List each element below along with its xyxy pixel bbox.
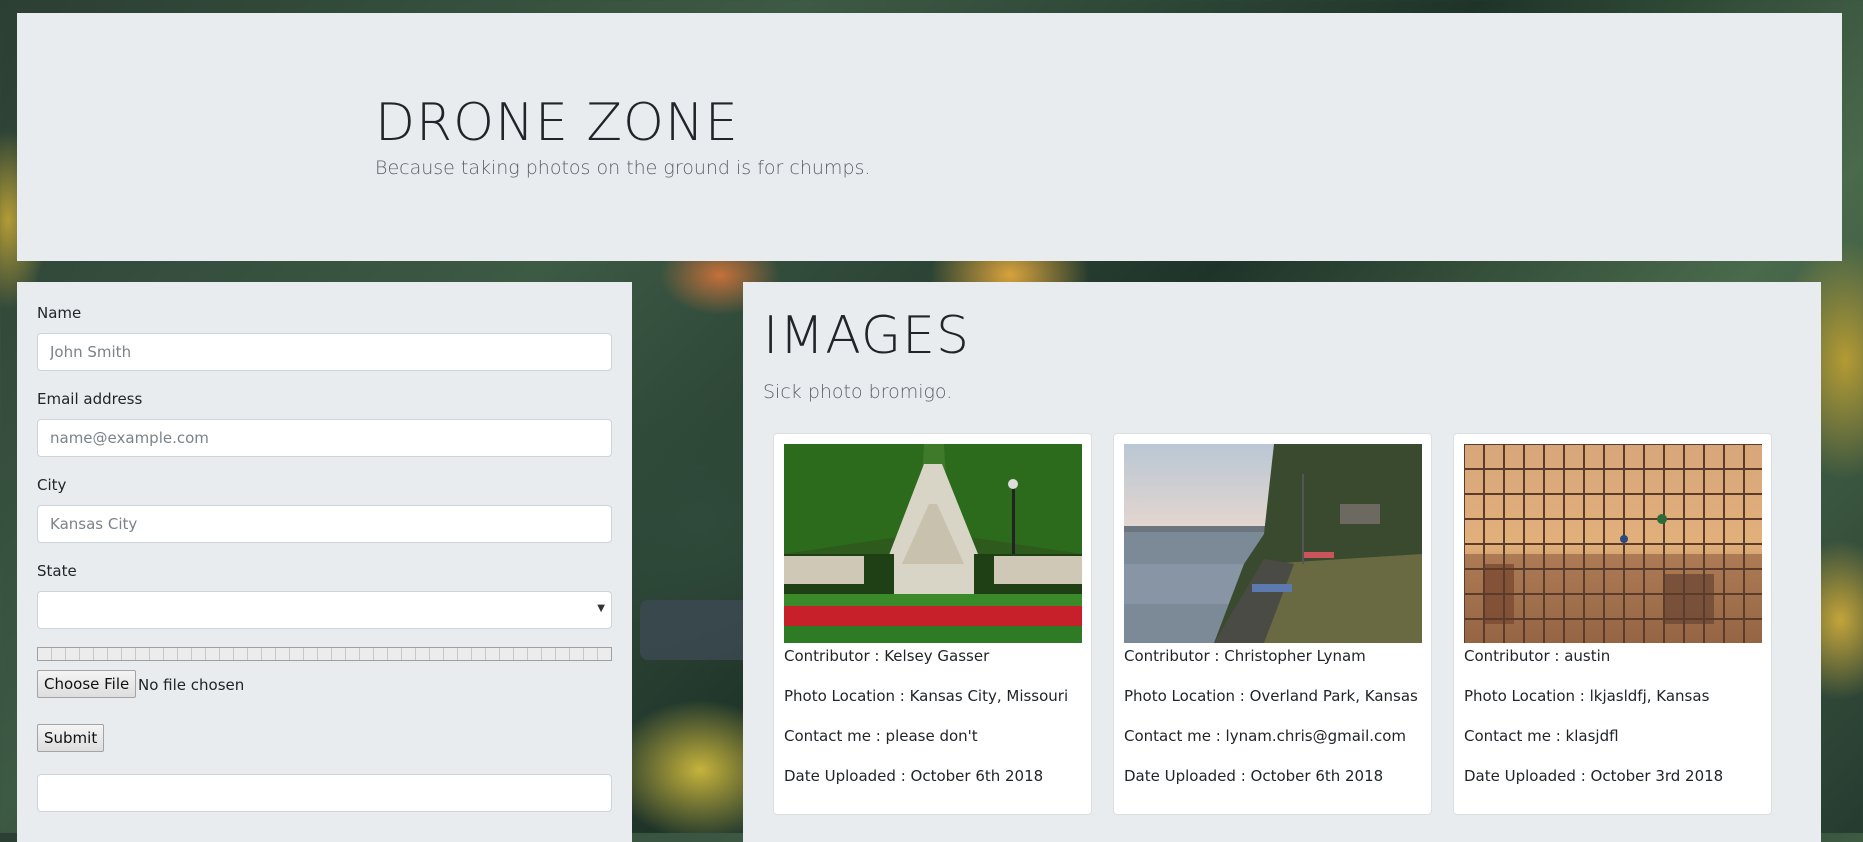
card-location: Photo Location : Overland Park, Kansas xyxy=(1124,687,1418,705)
upload-form-panel: Name Email address City State ▼ Choose F… xyxy=(17,282,632,842)
card-contact: Contact me : klasjdfl xyxy=(1464,727,1619,745)
email-input[interactable] xyxy=(37,419,612,457)
garden-steps-photo[interactable] xyxy=(784,444,1082,643)
glass-building-image xyxy=(1464,444,1762,643)
photo-card: Contributor : Kelsey Gasser Photo Locati… xyxy=(773,433,1092,815)
card-contact: Contact me : please don't xyxy=(784,727,978,745)
chevron-down-icon: ▼ xyxy=(597,603,605,614)
state-select[interactable]: ▼ xyxy=(37,591,612,629)
card-contributor: Contributor : Christopher Lynam xyxy=(1124,647,1366,665)
card-location: Photo Location : lkjasldfj, Kansas xyxy=(1464,687,1710,705)
site-title: DRONE ZONE xyxy=(375,93,739,153)
upload-progress-bar xyxy=(37,647,612,661)
images-title: IMAGES xyxy=(763,306,971,366)
photo-card: Contributor : austin Photo Location : lk… xyxy=(1453,433,1772,815)
header-jumbotron: DRONE ZONE Because taking photos on the … xyxy=(17,13,1842,261)
no-file-chosen-text: No file chosen xyxy=(138,676,245,694)
name-input[interactable] xyxy=(37,333,612,371)
photo-card: Contributor : Christopher Lynam Photo Lo… xyxy=(1113,433,1432,815)
upload-progress-ticks xyxy=(38,648,611,660)
extra-input[interactable] xyxy=(37,774,612,812)
city-input[interactable] xyxy=(37,505,612,543)
name-label: Name xyxy=(37,304,82,322)
site-tagline: Because taking photos on the ground is f… xyxy=(375,157,871,179)
card-date: Date Uploaded : October 3rd 2018 xyxy=(1464,767,1724,785)
garden-steps-image xyxy=(784,444,1082,643)
city-label: City xyxy=(37,476,67,494)
submit-button[interactable]: Submit xyxy=(37,724,105,752)
card-contributor: Contributor : austin xyxy=(1464,647,1611,665)
images-panel: IMAGES Sick photo bromigo. Contributor:… xyxy=(743,282,1821,842)
card-location: Photo Location : Kansas City, Missouri xyxy=(784,687,1069,705)
card-contributor: Contributor : Kelsey Gasser xyxy=(784,647,990,665)
card-date: Date Uploaded : October 6th 2018 xyxy=(1124,767,1384,785)
choose-file-button[interactable]: Choose File xyxy=(37,670,137,698)
background-road xyxy=(640,600,750,660)
images-subtitle: Sick photo bromigo. xyxy=(763,381,953,403)
glass-building-photo[interactable] xyxy=(1464,444,1762,643)
lakeshore-image xyxy=(1124,444,1422,643)
lakeshore-photo[interactable] xyxy=(1124,444,1422,643)
card-date: Date Uploaded : October 6th 2018 xyxy=(784,767,1044,785)
state-label: State xyxy=(37,562,77,580)
card-contact: Contact me : lynam.chris@gmail.com xyxy=(1124,727,1407,745)
email-label: Email address xyxy=(37,390,143,408)
